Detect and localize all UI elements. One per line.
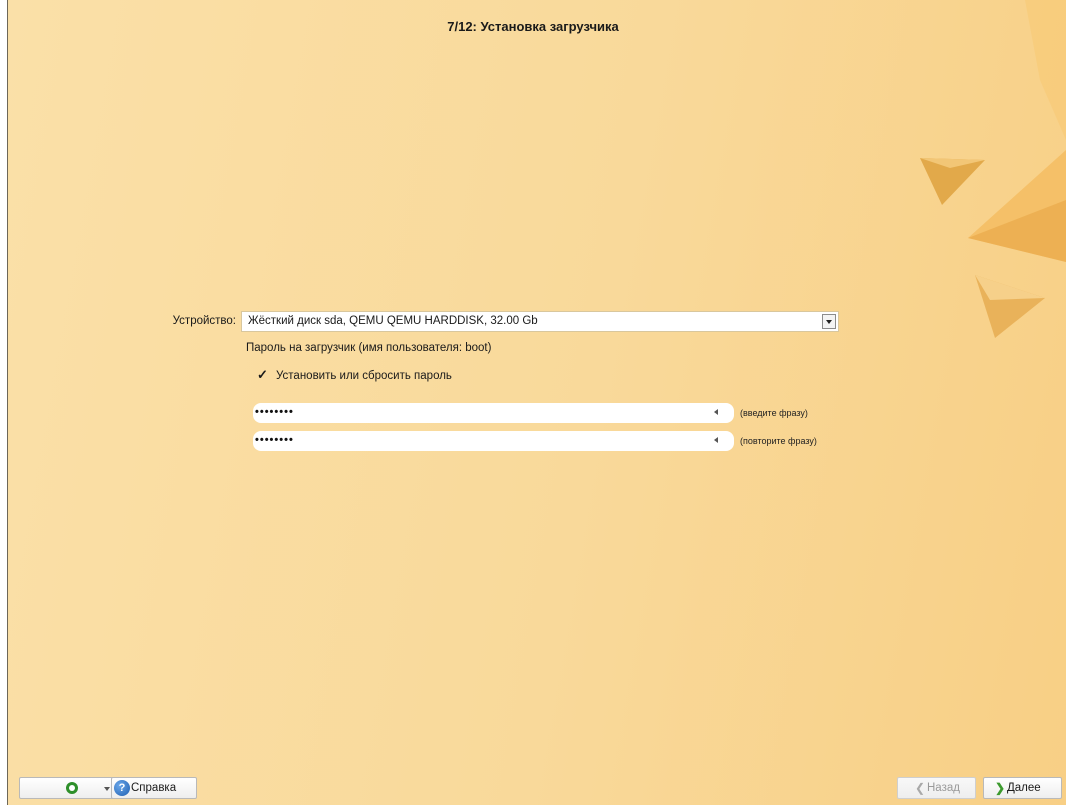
- password-confirm-field[interactable]: ••••••••: [253, 431, 734, 451]
- clear-left-arrow-icon[interactable]: [712, 436, 722, 446]
- next-button[interactable]: ❯ Далее: [983, 777, 1062, 799]
- device-label: Устройство:: [172, 315, 236, 327]
- next-button-label: Далее: [1007, 782, 1041, 794]
- installer-window: 7/12: Установка загрузчика Устройство: Ж…: [0, 0, 1066, 805]
- back-button[interactable]: ❮ Назад: [897, 777, 976, 799]
- password-hint: (введите фразу): [740, 408, 808, 418]
- password-field-value: ••••••••: [255, 406, 294, 418]
- password-confirm-field-value: ••••••••: [255, 434, 294, 446]
- page-title: 7/12: Установка загрузчика: [447, 19, 619, 34]
- device-combobox-value: Жёсткий диск sda, QEMU QEMU HARDDISK, 32…: [248, 315, 538, 327]
- help-button[interactable]: ? Справка: [111, 777, 197, 799]
- bootloader-password-caption: Пароль на загрузчик (имя пользователя: b…: [246, 342, 492, 354]
- back-button-label: Назад: [927, 782, 960, 794]
- set-password-checkbox-label[interactable]: Установить или сбросить пароль: [276, 370, 452, 382]
- chevron-right-icon: ❯: [995, 781, 1006, 795]
- clear-left-arrow-icon[interactable]: [712, 408, 722, 418]
- menu-button[interactable]: [19, 777, 116, 799]
- bottom-bar: ? Справка ❮ Назад ❯ Далее: [8, 770, 1066, 805]
- chevron-down-icon: [104, 787, 110, 791]
- help-question-icon: ?: [114, 780, 130, 796]
- chevron-down-icon[interactable]: [822, 314, 836, 329]
- password-confirm-hint: (повторите фразу): [740, 436, 817, 446]
- password-field[interactable]: ••••••••: [253, 403, 734, 423]
- set-password-checkbox[interactable]: ✓: [256, 368, 269, 381]
- green-circle-icon: [66, 782, 78, 794]
- chevron-left-icon: ❮: [915, 781, 926, 795]
- device-combobox[interactable]: Жёсткий диск sda, QEMU QEMU HARDDISK, 32…: [241, 311, 839, 332]
- window-left-edge: [0, 0, 8, 805]
- help-button-label: Справка: [131, 782, 177, 794]
